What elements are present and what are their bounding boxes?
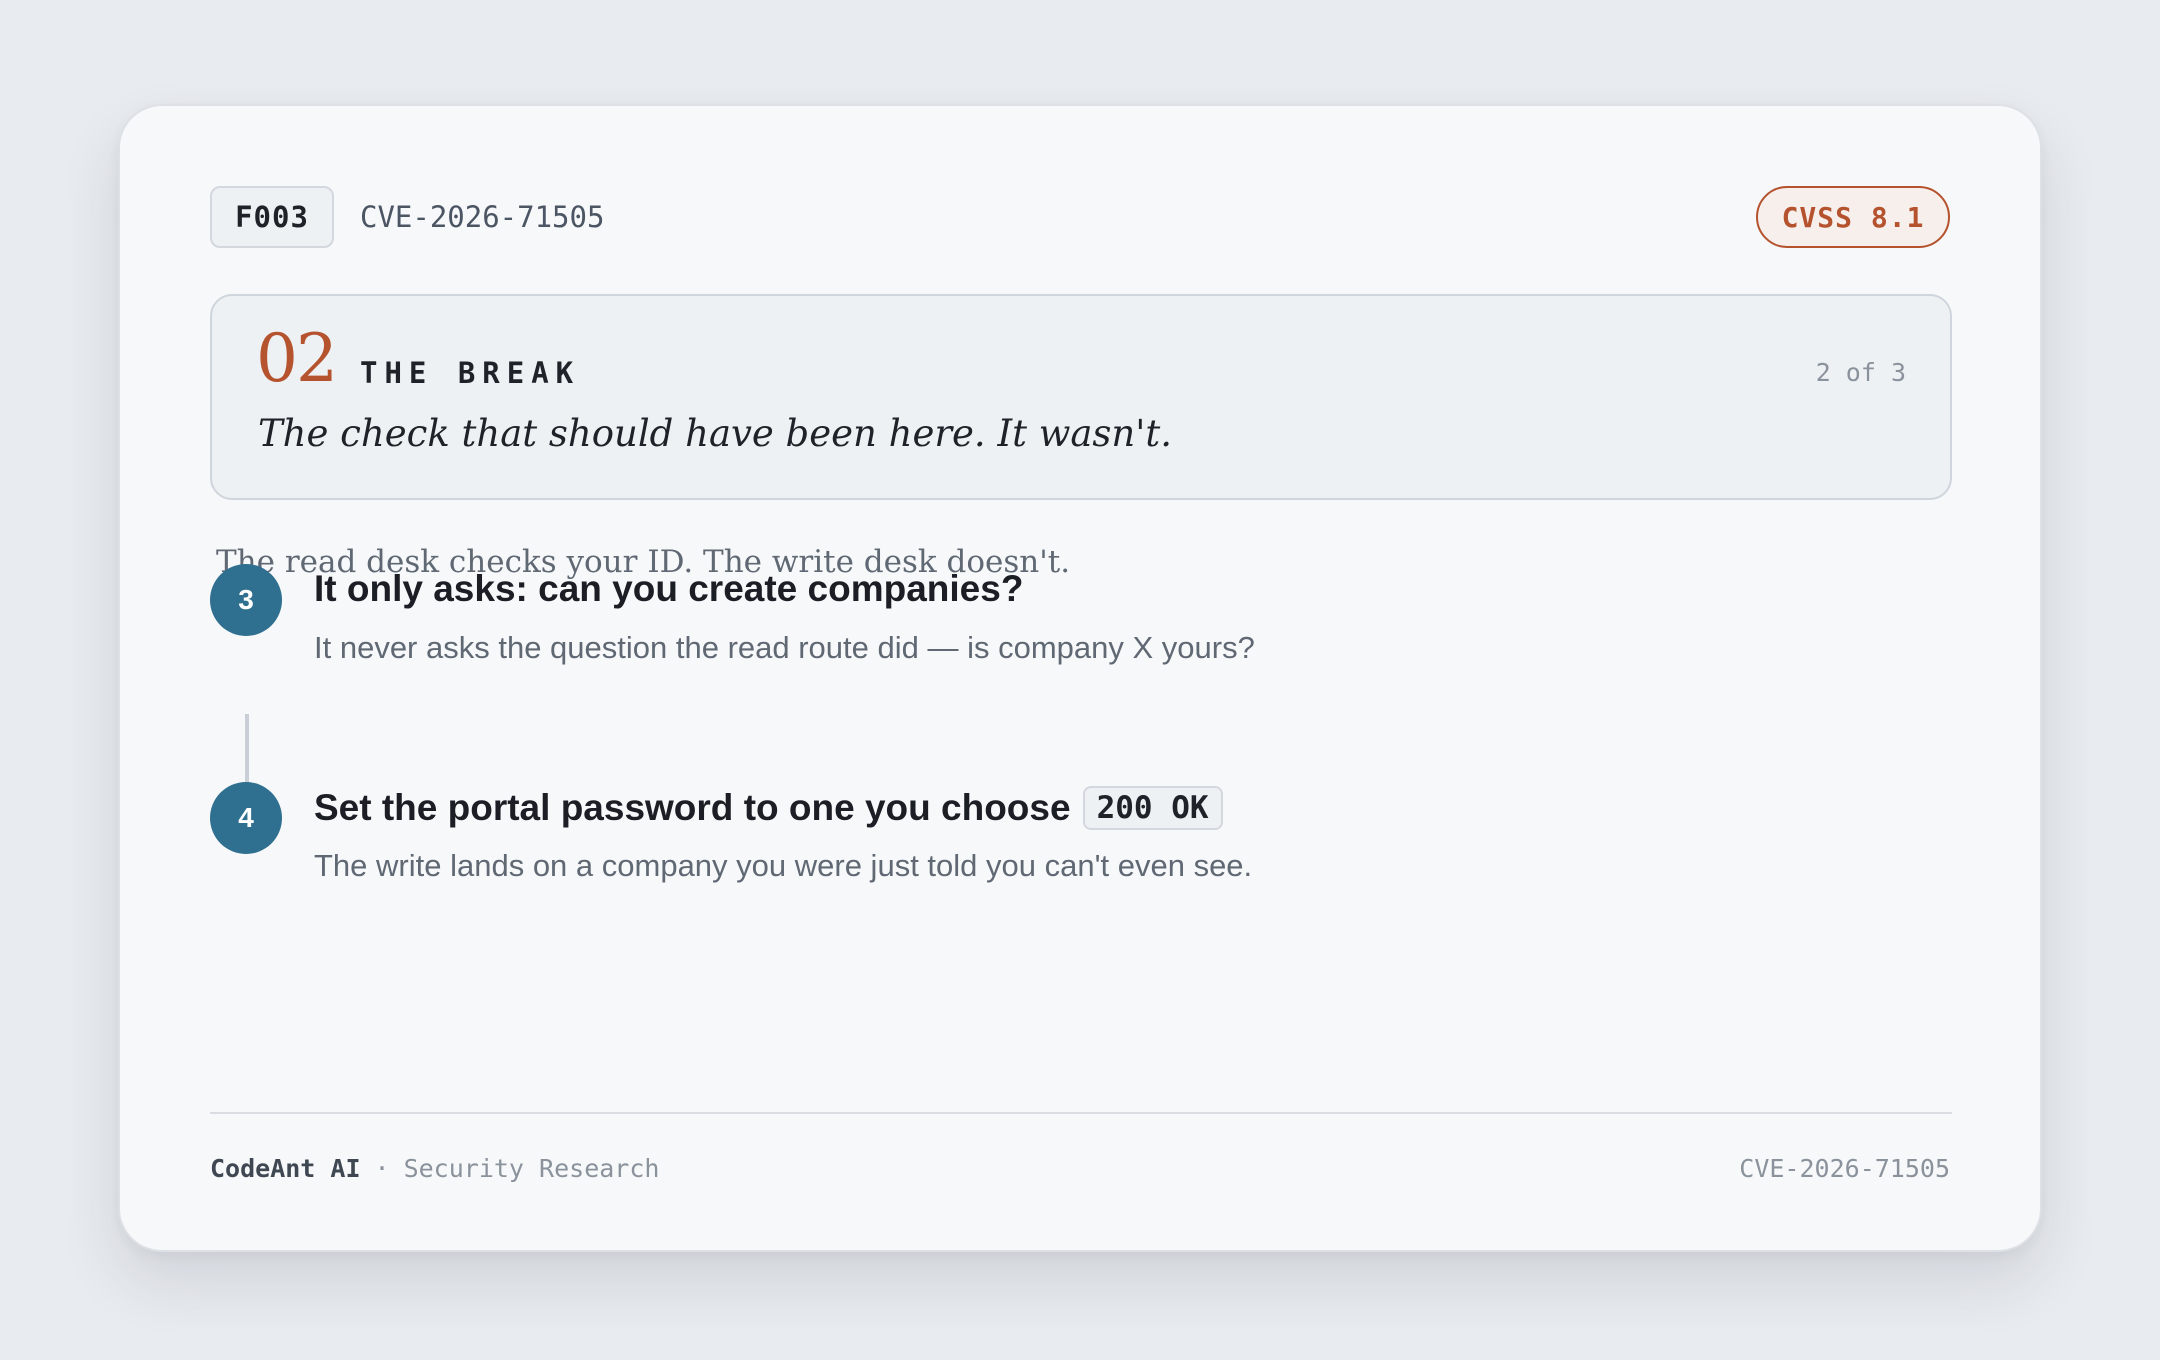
step-title: Set the portal password to one you choos… bbox=[314, 786, 1223, 830]
finding-id-badge: F003 bbox=[210, 186, 334, 248]
section-tagline: The check that should have been here. It… bbox=[258, 412, 1173, 455]
step-description: The write lands on a company you were ju… bbox=[314, 848, 1253, 883]
step-number-badge: 3 bbox=[210, 564, 282, 636]
step-description: It never asks the question the read rout… bbox=[314, 630, 1255, 665]
footer-subtitle: Security Research bbox=[403, 1154, 660, 1183]
footer-divider bbox=[210, 1112, 1952, 1114]
brand-name: CodeAnt AI bbox=[210, 1154, 361, 1183]
status-code-badge: 200 OK bbox=[1082, 786, 1223, 830]
step-connector bbox=[245, 714, 249, 782]
step-title-text: It only asks: can you create companies? bbox=[314, 568, 1024, 609]
footer-separator: · bbox=[374, 1154, 390, 1183]
section-page-indicator: 2 of 3 bbox=[1815, 358, 1906, 387]
step-title: It only asks: can you create companies? bbox=[314, 568, 1023, 610]
footer-cve-id: CVE-2026-71505 bbox=[1739, 1154, 1950, 1183]
footer-brand: CodeAnt AI · Security Research bbox=[210, 1154, 659, 1183]
cve-id: CVE-2026-71505 bbox=[360, 200, 605, 234]
section-number: 02 bbox=[256, 320, 338, 397]
section-header: 02 THE BREAK 2 of 3 The check that shoul… bbox=[210, 294, 1952, 500]
step-number-badge: 4 bbox=[210, 782, 282, 854]
cvss-score-badge: CVSS 8.1 bbox=[1756, 186, 1950, 248]
step-title-text: Set the portal password to one you choos… bbox=[314, 787, 1071, 828]
finding-card: F003 CVE-2026-71505 CVSS 8.1 02 THE BREA… bbox=[118, 104, 2042, 1252]
section-title: THE BREAK bbox=[360, 356, 581, 390]
